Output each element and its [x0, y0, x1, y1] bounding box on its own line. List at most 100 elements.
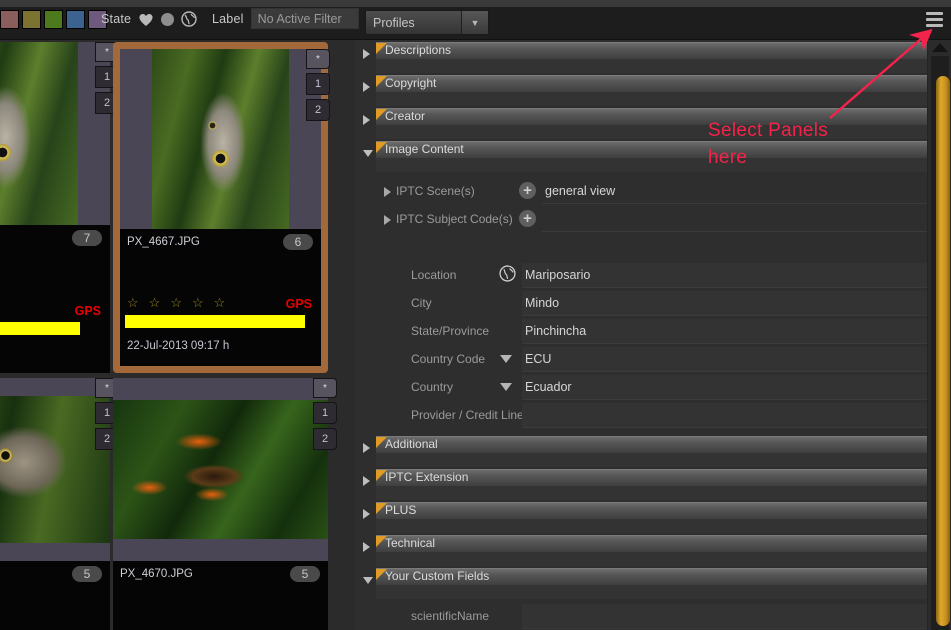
- field-value[interactable]: [522, 403, 927, 428]
- color-swatch-2[interactable]: [22, 10, 41, 29]
- panel-section-additional[interactable]: Additional: [355, 434, 951, 467]
- triangle-down-icon[interactable]: [500, 355, 512, 363]
- field-row: Location Mariposario: [355, 262, 951, 290]
- thumbnail-card[interactable]: 5☆☆☆☆☆GPS*12: [0, 378, 119, 630]
- section-header-bar[interactable]: [376, 535, 927, 552]
- panel-section-image-content[interactable]: Image Content: [355, 139, 951, 172]
- scrollbar-track[interactable]: [931, 56, 950, 630]
- field-label: Country: [411, 380, 454, 394]
- section-title: Creator: [385, 109, 426, 123]
- globe-icon[interactable]: [499, 265, 516, 287]
- thumbnail-badge[interactable]: 1: [306, 73, 330, 95]
- thumbnail-side-badges: * 1 2: [313, 378, 337, 454]
- star-icon[interactable]: ☆: [192, 296, 204, 309]
- field-row: scientificName: [355, 603, 951, 630]
- thumbnail-badge[interactable]: 2: [306, 99, 330, 121]
- star-icon[interactable]: ☆: [170, 296, 182, 309]
- thumbnail-image: [113, 378, 328, 561]
- active-filter-field[interactable]: No Active Filter: [250, 8, 359, 29]
- section-header-bar[interactable]: [376, 108, 927, 125]
- thumbnail-side-badges: * 1 2: [306, 49, 330, 125]
- thumbnail-card[interactable]: PX_4670.JPG5☆☆☆☆☆GPS*12: [113, 378, 337, 630]
- panel-section-descriptions[interactable]: Descriptions: [355, 40, 951, 73]
- thumbnail-count-badge: 5: [72, 566, 102, 582]
- heart-icon[interactable]: [138, 12, 154, 27]
- thumbnail-badge[interactable]: 1: [313, 402, 337, 424]
- field-value[interactable]: Ecuador: [522, 375, 927, 400]
- profiles-label: Profiles: [373, 15, 415, 30]
- thumbnail-card[interactable]: 7☆☆☆☆☆GPS*12: [0, 42, 119, 373]
- globe-icon[interactable]: [181, 11, 197, 27]
- field-row: Country Code ECU: [355, 346, 951, 374]
- panel-section-iptc-extension[interactable]: IPTC Extension: [355, 467, 951, 500]
- color-swatches: [0, 10, 107, 29]
- triangle-down-icon[interactable]: [500, 383, 512, 391]
- thumbnail-filename: PX_4667.JPG: [127, 236, 200, 248]
- triangle-right-icon[interactable]: [363, 443, 370, 453]
- star-icon[interactable]: ☆: [149, 296, 161, 309]
- color-label-bar: [125, 315, 305, 328]
- field-row: Provider / Credit Line: [355, 402, 951, 430]
- triangle-down-icon[interactable]: [363, 150, 373, 157]
- triangle-right-icon[interactable]: [363, 509, 370, 519]
- field-value[interactable]: [522, 604, 927, 629]
- thumbnail-filename: PX_4670.JPG: [120, 568, 193, 580]
- field-value[interactable]: ECU: [522, 347, 927, 372]
- section-title: Technical: [385, 536, 436, 550]
- thumbnail-info: PX_4667.JPG 6 ☆ ☆ ☆ ☆ ☆ GPS 22-Jul-2013 09:17 h: [120, 229, 321, 366]
- triangle-right-icon[interactable]: [384, 215, 391, 225]
- field-value[interactable]: [542, 207, 927, 232]
- scroll-up-arrow-icon[interactable]: [932, 43, 948, 52]
- dot-icon[interactable]: [161, 12, 175, 26]
- hamburger-menu-icon[interactable]: [926, 12, 943, 27]
- panel-section-your-custom-fields[interactable]: Your Custom Fields: [355, 566, 951, 599]
- section-body: [376, 552, 927, 566]
- triangle-right-icon[interactable]: [384, 187, 391, 197]
- rating-stars[interactable]: ☆ ☆ ☆ ☆ ☆: [127, 296, 225, 309]
- section-header-bar[interactable]: [376, 436, 927, 453]
- field-value[interactable]: Pinchincha: [522, 319, 927, 344]
- section-body: [376, 585, 927, 599]
- triangle-down-icon[interactable]: [363, 577, 373, 584]
- panel-section-technical[interactable]: Technical: [355, 533, 951, 566]
- field-value[interactable]: Mariposario: [522, 263, 927, 288]
- thumbnail-count-badge: 7: [72, 230, 102, 246]
- thumbnail-badge[interactable]: 2: [313, 428, 337, 450]
- section-header-bar[interactable]: [376, 75, 927, 92]
- state-filter-group: State: [101, 11, 197, 27]
- add-icon[interactable]: +: [519, 210, 536, 227]
- chevron-down-icon[interactable]: ▼: [461, 11, 488, 34]
- panel-section-copyright[interactable]: Copyright: [355, 73, 951, 106]
- section-title: Image Content: [385, 142, 464, 156]
- star-icon[interactable]: ☆: [214, 296, 226, 309]
- thumbnail-badge[interactable]: *: [306, 49, 330, 69]
- color-swatch-4[interactable]: [66, 10, 85, 29]
- panel-section-plus[interactable]: PLUS: [355, 500, 951, 533]
- triangle-right-icon[interactable]: [363, 82, 370, 92]
- add-icon[interactable]: +: [519, 182, 536, 199]
- color-swatch-1[interactable]: [0, 10, 19, 29]
- field-value[interactable]: Mindo: [522, 291, 927, 316]
- label-filter-group: Label No Active Filter ⌄⌄: [212, 8, 375, 30]
- annotation-line1: Select Panels: [708, 120, 829, 141]
- star-icon[interactable]: ☆: [127, 296, 139, 309]
- field-value[interactable]: general view: [542, 179, 927, 204]
- section-header-bar[interactable]: [376, 502, 927, 519]
- triangle-right-icon[interactable]: [363, 115, 370, 125]
- panel-section-creator[interactable]: Creator: [355, 106, 951, 139]
- triangle-right-icon[interactable]: [363, 49, 370, 59]
- scrollbar-thumb[interactable]: [936, 76, 950, 626]
- triangle-right-icon[interactable]: [363, 476, 370, 486]
- thumbnail-card[interactable]: PX_4667.JPG 6 ☆ ☆ ☆ ☆ ☆ GPS 22-Jul-2013 09:17 h *…: [113, 42, 330, 373]
- thumbnail-badge[interactable]: *: [313, 378, 337, 398]
- metadata-panel: Descriptions Copyright Creator Image Conten…: [355, 40, 951, 630]
- profiles-dropdown[interactable]: Profiles ▼: [365, 10, 489, 35]
- field-label: City: [411, 296, 432, 310]
- section-header-bar[interactable]: [376, 42, 927, 59]
- panel-scrollbar[interactable]: [927, 40, 951, 630]
- field-row: State/Province Pinchincha: [355, 318, 951, 346]
- triangle-right-icon[interactable]: [363, 542, 370, 552]
- color-swatch-3[interactable]: [44, 10, 63, 29]
- field-label: State/Province: [411, 324, 490, 338]
- section-body: [376, 486, 927, 500]
